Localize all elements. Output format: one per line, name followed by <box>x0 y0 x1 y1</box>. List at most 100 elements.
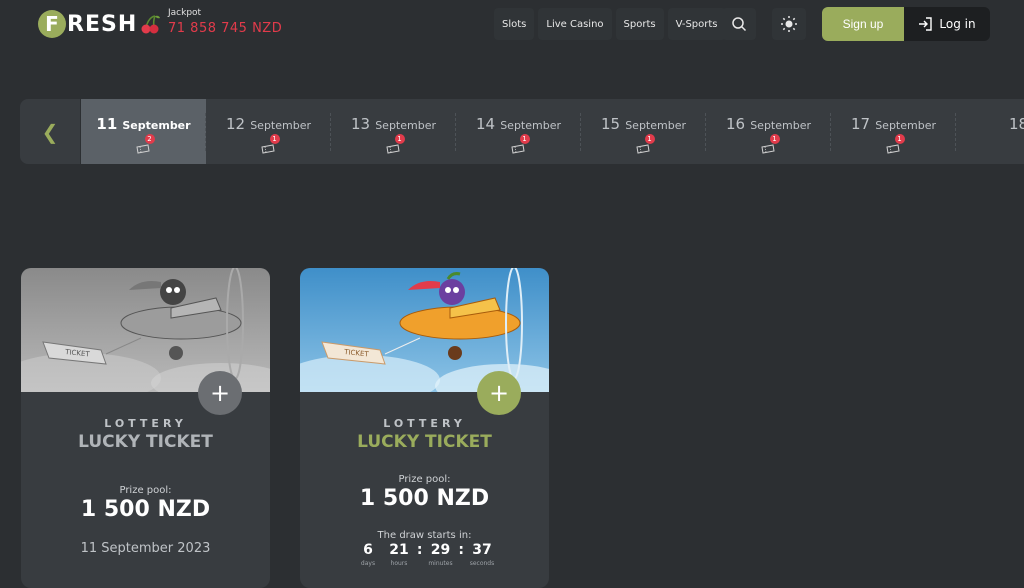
date-month: September <box>750 119 811 132</box>
ticket-icon: 1 <box>760 134 780 154</box>
date-month: September <box>625 119 686 132</box>
countdown-days: 6 days <box>355 542 381 567</box>
date-tab[interactable]: 17 September 1 <box>831 99 956 164</box>
theme-toggle-button[interactable] <box>772 8 806 40</box>
chevron-left-icon: ❮ <box>41 119 59 144</box>
date-month: September <box>875 119 936 132</box>
prize-pool-label: Prize pool: <box>398 474 451 485</box>
nav-sports[interactable]: Sports <box>615 8 664 40</box>
date-month: September <box>250 119 311 132</box>
search-button[interactable] <box>722 8 756 40</box>
draw-countdown-label: The draw starts in: <box>377 530 472 541</box>
ticket-icon: 1 <box>885 134 905 154</box>
login-icon <box>919 17 933 31</box>
ticket-count-badge: 1 <box>519 134 530 144</box>
countdown-hours-label: hours <box>390 560 408 567</box>
nav-slots[interactable]: Slots <box>494 8 535 40</box>
countdown-separator: : <box>458 542 465 558</box>
date-month: September <box>375 119 436 132</box>
search-icon <box>732 17 747 32</box>
countdown-seconds-label: seconds <box>469 560 495 567</box>
countdown-days-label: days <box>360 560 376 567</box>
date-day: 15 <box>601 115 621 133</box>
ticket-count-badge: 1 <box>894 134 905 144</box>
jackpot-value: 71 858 745 NZD <box>168 21 283 36</box>
login-button[interactable]: Log in <box>904 7 990 41</box>
date-tab-label: 12 September <box>226 114 311 133</box>
date-tab-label: 11 September <box>96 114 190 133</box>
date-tab[interactable]: 18 <box>956 99 1024 164</box>
plus-icon: + <box>488 379 510 407</box>
ticket-count-badge: 2 <box>144 134 155 144</box>
draw-countdown: 6 days 21 hours : 29 minutes : 37 second… <box>355 542 495 567</box>
date-month: September <box>500 119 561 132</box>
header: F RESH Jackpot 71 858 745 NZD Slots Live… <box>0 0 1024 48</box>
date-strip: ❮ 11 September 2 12 September 1 13 September… <box>20 99 1024 164</box>
ticket-count-badge: 1 <box>394 134 405 144</box>
login-label: Log in <box>939 17 976 31</box>
lottery-card-upcoming[interactable]: TICKET + LOTTERY LUCKY TICKET Prize pool… <box>300 268 549 588</box>
plane-illustration: TICKET <box>300 268 549 392</box>
nav-v-sports[interactable]: V-Sports <box>667 8 726 40</box>
countdown-hours-value: 21 <box>389 542 409 558</box>
countdown-days-value: 6 <box>363 542 373 558</box>
card-image: TICKET <box>21 268 270 392</box>
prize-pool-label: Prize pool: <box>119 485 172 496</box>
countdown-hours: 21 hours <box>386 542 412 567</box>
date-day: 16 <box>726 115 746 133</box>
date-tab[interactable]: 14 September 1 <box>456 99 581 164</box>
card-type: LOTTERY <box>383 417 466 430</box>
countdown-minutes: 29 minutes <box>427 542 453 567</box>
date-day: 11 <box>96 115 118 133</box>
card-title: LUCKY TICKET <box>78 432 213 452</box>
main-nav: Slots Live Casino Sports V-Sports <box>494 8 726 40</box>
theme-sun-icon <box>781 16 797 32</box>
date-month: September <box>122 119 191 132</box>
ticket-icon: 2 <box>135 134 155 154</box>
ticket-count-badge: 1 <box>769 134 780 144</box>
date-tab[interactable]: 13 September 1 <box>331 99 456 164</box>
date-tab-label: 15 September <box>601 114 686 133</box>
ticket-icon: 1 <box>385 134 405 154</box>
ticket-icon: 1 <box>510 134 530 154</box>
logo-badge: F <box>38 10 66 38</box>
date-tab-label: 16 September <box>726 114 811 133</box>
countdown-minutes-label: minutes <box>428 560 453 567</box>
card-title: LUCKY TICKET <box>357 432 492 452</box>
date-day: 18 <box>1008 115 1024 133</box>
date-tab-label: 18 <box>1009 114 1024 133</box>
card-type: LOTTERY <box>104 417 187 430</box>
date-tab[interactable]: 11 September 2 <box>81 99 206 164</box>
date-tab-label: 14 September <box>476 114 561 133</box>
ticket-icon: 1 <box>260 134 280 154</box>
countdown-separator: : <box>416 542 423 558</box>
add-ticket-button[interactable]: + <box>477 371 521 415</box>
ticket-count-badge: 1 <box>644 134 655 144</box>
prize-pool-value: 1 500 NZD <box>80 497 211 522</box>
logo-text: RESH <box>67 11 138 37</box>
countdown-seconds-value: 37 <box>472 542 492 558</box>
date-tab[interactable]: 16 September 1 <box>706 99 831 164</box>
nav-live-casino[interactable]: Live Casino <box>538 8 612 40</box>
draw-date: 11 September 2023 <box>80 541 211 556</box>
date-day: 14 <box>476 115 496 133</box>
countdown-seconds: 37 seconds <box>469 542 495 567</box>
jackpot: Jackpot 71 858 745 NZD <box>168 8 283 36</box>
signup-button[interactable]: Sign up <box>822 7 904 41</box>
prize-pool-value: 1 500 NZD <box>359 486 490 511</box>
date-day: 13 <box>351 115 371 133</box>
card-image: TICKET <box>300 268 549 392</box>
lottery-card-past[interactable]: TICKET + LOTTERY LUCKY TICKET Prize pool… <box>21 268 270 588</box>
date-tab[interactable]: 15 September 1 <box>581 99 706 164</box>
date-prev-button[interactable]: ❮ <box>20 99 81 164</box>
ticket-count-badge: 1 <box>269 134 280 144</box>
date-tab[interactable]: 12 September 1 <box>206 99 331 164</box>
date-tab-label: 13 September <box>351 114 436 133</box>
ticket-icon: 1 <box>635 134 655 154</box>
brand-logo[interactable]: F RESH <box>38 9 161 39</box>
date-day: 17 <box>851 115 871 133</box>
jackpot-label: Jackpot <box>168 8 202 18</box>
countdown-minutes-value: 29 <box>430 542 451 558</box>
date-tab-label: 17 September <box>851 114 936 133</box>
add-ticket-button[interactable]: + <box>198 371 242 415</box>
